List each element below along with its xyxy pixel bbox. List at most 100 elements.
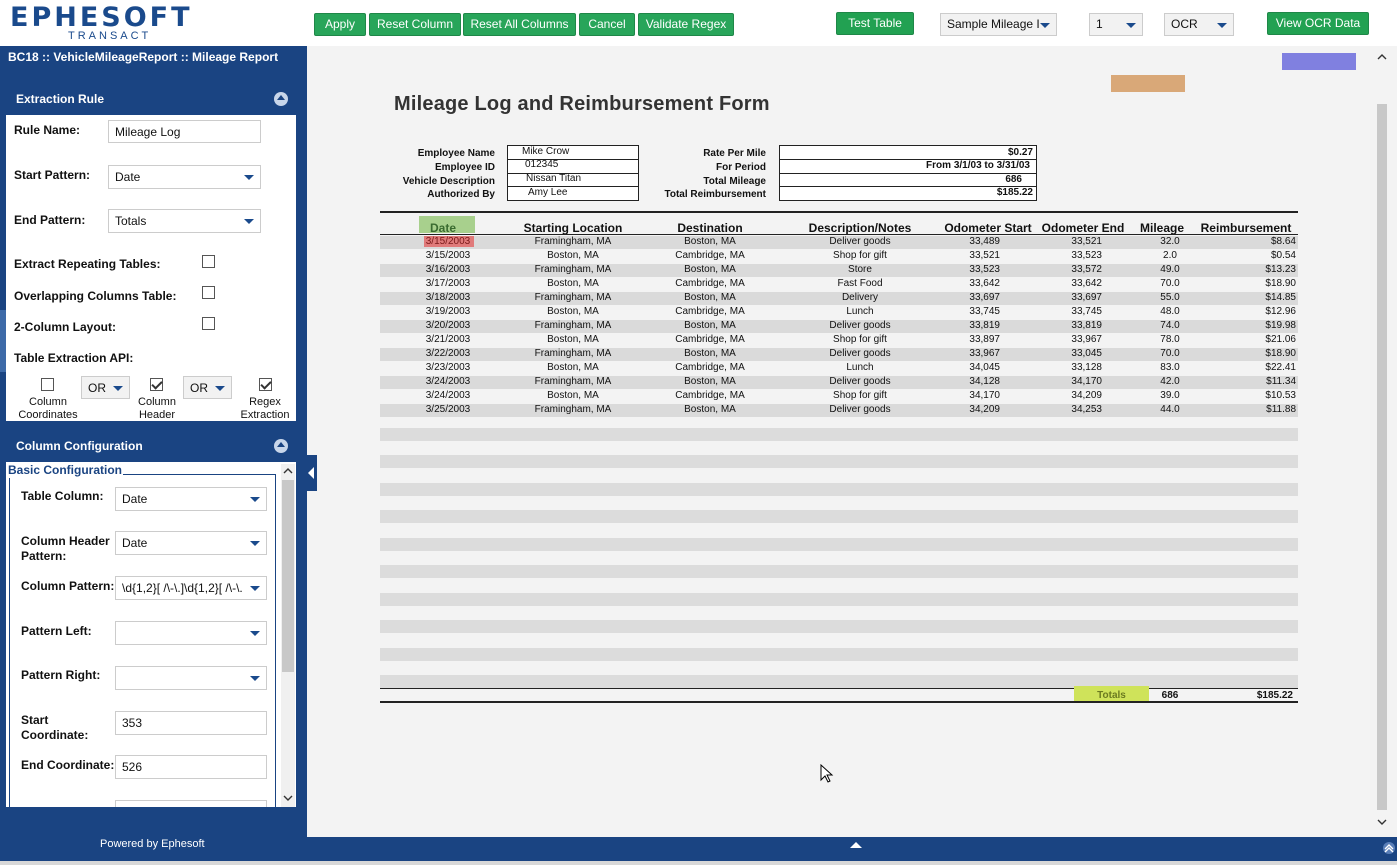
table-cell: Boston, MA: [684, 264, 736, 275]
table-cell: 39.0: [1160, 390, 1180, 401]
column-coordinates-checkbox[interactable]: [41, 378, 54, 391]
table-cell: Boston, MA: [547, 250, 599, 261]
chevron-up-icon[interactable]: [1377, 54, 1387, 60]
extract-repeating-checkbox[interactable]: [202, 255, 215, 268]
cancel-button[interactable]: Cancel: [579, 13, 635, 36]
start-coordinate-input[interactable]: 353: [115, 711, 267, 735]
reset-column-button[interactable]: Reset Column: [369, 13, 461, 36]
chevron-down-icon: [215, 386, 225, 391]
mouse-cursor-icon: [820, 764, 834, 783]
two-column-layout-checkbox[interactable]: [202, 317, 215, 330]
scrollbar-thumb[interactable]: [282, 480, 294, 672]
operator-select-1[interactable]: OR: [81, 376, 130, 399]
section-title: Column Configuration: [16, 439, 143, 453]
table-cell: Boston, MA: [547, 306, 599, 317]
column-pattern-select[interactable]: \d{1,2}[ /\-\.]\d{1,2}[ /\-\.: [115, 576, 267, 600]
table-cell: $19.98: [1265, 320, 1296, 331]
table-cell: Cambridge, MA: [675, 390, 745, 401]
table-cell: Boston, MA: [684, 236, 736, 247]
overlay-marker-purple[interactable]: [1282, 53, 1356, 70]
table-cell: 33,745: [1071, 306, 1102, 317]
label-line: Coordinates: [18, 409, 78, 421]
regex-extraction-label: Regex Extraction: [234, 396, 296, 422]
expand-up-icon[interactable]: [849, 841, 863, 849]
apply-button[interactable]: Apply: [314, 13, 366, 36]
column-pattern-label: Column Pattern:: [21, 579, 115, 593]
validate-regex-button[interactable]: Validate Regex: [638, 13, 734, 36]
end-pattern-select[interactable]: Totals: [108, 209, 261, 233]
column-header-checkbox[interactable]: [150, 378, 163, 391]
breadcrumb: BC18 :: VehicleMileageReport :: Mileage …: [8, 50, 279, 64]
column-header: Description/Notes: [808, 221, 912, 235]
left-edge-handle[interactable]: [0, 310, 6, 372]
table-cell: 34,170: [969, 390, 1000, 401]
table-cell: Framingham, MA: [534, 320, 612, 331]
document-select-value: Sample Mileage I: [947, 17, 1040, 31]
pattern-right-label: Pattern Right:: [21, 668, 101, 682]
rule-name-label: Rule Name:: [14, 123, 81, 137]
viewer-scrollbar[interactable]: [1375, 46, 1389, 833]
end-coordinate-input[interactable]: 526: [115, 755, 267, 779]
chevron-down-icon[interactable]: [1377, 819, 1387, 825]
rule-name-input[interactable]: Mileage Log: [108, 120, 261, 143]
regex-extraction-checkbox[interactable]: [259, 378, 272, 391]
table-cell: Shop for gift: [833, 334, 887, 345]
column-header: Odometer End: [1041, 221, 1125, 235]
config-scrollbar[interactable]: [281, 464, 295, 807]
operator-select-2[interactable]: OR: [183, 376, 232, 399]
column-header-pattern-select[interactable]: Date: [115, 531, 267, 555]
table-cell: 48.0: [1160, 306, 1180, 317]
pattern-right-select[interactable]: [115, 666, 267, 690]
overlapping-columns-checkbox[interactable]: [202, 286, 215, 299]
label-line: Column: [29, 396, 67, 408]
test-table-button[interactable]: Test Table: [836, 12, 914, 35]
label-line: Column Header: [21, 534, 110, 548]
table-cell: Framingham, MA: [534, 236, 612, 247]
collapse-icon[interactable]: [274, 92, 288, 106]
scroll-top-icon[interactable]: [1382, 841, 1396, 855]
table-cell: 33,642: [969, 278, 1000, 289]
table-cell: $10.53: [1265, 390, 1296, 401]
scrollbar-thumb[interactable]: [1377, 104, 1387, 810]
page-select[interactable]: 1: [1089, 13, 1143, 36]
view-ocr-data-button[interactable]: View OCR Data: [1267, 12, 1369, 35]
ephesoft-logo: EPHESOFT TRANSACT: [10, 4, 190, 43]
column-header-pattern-label: Column Header Pattern:: [21, 534, 110, 564]
column-header: Date: [429, 221, 456, 235]
table-cell: Boston, MA: [547, 334, 599, 345]
table-cell: Boston, MA: [547, 362, 599, 373]
chevron-down-icon: [250, 541, 260, 546]
mode-select[interactable]: OCR: [1164, 13, 1234, 36]
chevron-down-icon[interactable]: [283, 795, 293, 801]
table-cell: Boston, MA: [547, 278, 599, 289]
table-cell: Fast Food: [837, 278, 883, 289]
table-cell: 83.0: [1160, 362, 1180, 373]
empty-row: [380, 428, 1298, 441]
chevron-down-icon: [250, 631, 260, 636]
document-select[interactable]: Sample Mileage I: [940, 13, 1057, 36]
header-pattern-value: Date: [122, 536, 148, 550]
collapse-icon[interactable]: [274, 439, 288, 453]
chevron-down-icon: [113, 386, 123, 391]
table-cell: 3/18/2003: [425, 292, 471, 303]
start-pattern-label: Start Pattern:: [14, 168, 91, 182]
chevron-down-icon: [1040, 23, 1050, 28]
chevron-up-icon[interactable]: [283, 468, 293, 474]
operator-value: OR: [190, 381, 208, 395]
rate-per-mile-value: $0.27: [1007, 147, 1033, 158]
table-cell: 33,128: [1071, 362, 1102, 373]
label-line: Coordinate:: [21, 728, 89, 742]
table-column-select[interactable]: Date: [115, 487, 267, 511]
column-configuration-header[interactable]: Column Configuration: [6, 430, 296, 462]
end-pattern-label: End Pattern:: [14, 213, 86, 227]
top-toolbar: EPHESOFT TRANSACT Apply Reset Column Res…: [0, 0, 1397, 46]
label-line: Column: [138, 396, 176, 408]
panel-splitter[interactable]: [305, 455, 317, 491]
overlay-marker-orange[interactable]: [1111, 75, 1185, 92]
start-pattern-select[interactable]: Date: [108, 165, 261, 189]
chevron-down-icon: [250, 497, 260, 502]
total-mileage-label: Total Mileage: [703, 176, 766, 187]
pattern-left-select[interactable]: [115, 621, 267, 645]
reset-all-columns-button[interactable]: Reset All Columns: [463, 13, 576, 36]
extraction-rule-header[interactable]: Extraction Rule: [6, 83, 296, 115]
